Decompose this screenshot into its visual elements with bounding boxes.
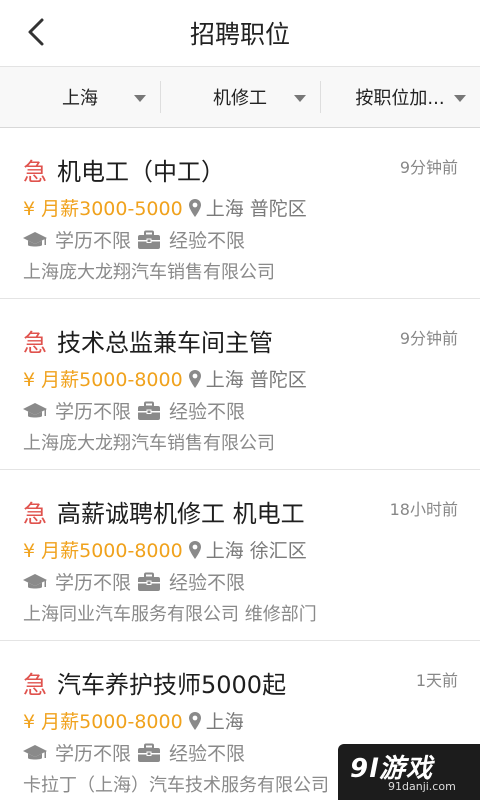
job-requirements-row: 学历不限 经验不限 (23, 397, 245, 424)
filter-city[interactable]: 上海 (0, 67, 160, 127)
job-title-row: 急 技术总监兼车间主管 9分钟前 (23, 323, 458, 357)
filter-position-label: 机修工 (213, 88, 267, 109)
job-experience: 经验不限 (169, 743, 246, 765)
job-title-row: 急 高薪诚聘机修工 机电工 18小时前 (23, 494, 458, 528)
filter-sort-label: 按职位加... (355, 88, 445, 109)
job-title-row: 急 机电工（中工） 9分钟前 (23, 152, 458, 186)
job-salary: ¥ 月薪5000-8000 (23, 540, 183, 562)
briefcase-icon (138, 743, 161, 762)
job-salary: ¥ 月薪3000-5000 (23, 198, 183, 220)
graduation-cap-icon (23, 744, 47, 759)
job-education: 学历不限 (55, 572, 132, 594)
site-watermark: 9l游戏 91danji.com (338, 744, 480, 800)
urgent-badge: 急 (23, 670, 47, 699)
job-title: 机电工（中工） (57, 157, 225, 186)
job-requirements-row: 学历不限 经验不限 (23, 226, 245, 253)
job-salary: ¥ 月薪5000-8000 (23, 369, 183, 391)
graduation-cap-icon (23, 231, 47, 246)
briefcase-icon (138, 572, 161, 591)
caret-down-icon (294, 95, 306, 102)
urgent-badge: 急 (23, 157, 47, 186)
job-experience: 经验不限 (169, 572, 246, 594)
urgent-badge: 急 (23, 499, 47, 528)
job-title: 汽车养护技师5000起 (57, 670, 287, 699)
job-salary-row: ¥ 月薪3000-5000 上海 普陀区 (23, 194, 307, 221)
briefcase-icon (138, 230, 161, 249)
graduation-cap-icon (23, 573, 47, 588)
filter-city-label: 上海 (62, 88, 98, 109)
job-salary-row: ¥ 月薪5000-8000 上海 普陀区 (23, 365, 307, 392)
map-pin-icon (188, 369, 201, 388)
job-location: 上海 徐汇区 (205, 540, 307, 562)
map-pin-icon (188, 198, 201, 217)
job-title-row: 急 汽车养护技师5000起 1天前 (23, 665, 458, 699)
job-location: 上海 (205, 711, 244, 733)
job-list-item[interactable]: 急 机电工（中工） 9分钟前 ¥ 月薪3000-5000 上海 普陀区 学历不限 (0, 128, 480, 299)
job-salary: ¥ 月薪5000-8000 (23, 711, 183, 733)
filter-bar: 上海 机修工 按职位加... (0, 66, 480, 128)
job-company: 卡拉丁（上海）汽车技术服务有限公司 (23, 775, 329, 796)
graduation-cap-icon (23, 402, 47, 417)
filter-position[interactable]: 机修工 (160, 67, 320, 127)
job-company: 上海庞大龙翔汽车销售有限公司 (23, 433, 275, 454)
page-title: 招聘职位 (189, 20, 290, 49)
job-requirements-row: 学历不限 经验不限 (23, 568, 245, 595)
job-posted-time: 18小时前 (389, 500, 458, 519)
caret-down-icon (134, 95, 146, 102)
job-education: 学历不限 (55, 230, 132, 252)
filter-sort[interactable]: 按职位加... (320, 67, 480, 127)
job-posted-time: 9分钟前 (399, 329, 458, 348)
urgent-badge: 急 (23, 328, 47, 357)
job-experience: 经验不限 (169, 230, 246, 252)
watermark-url: 91danji.com (388, 780, 456, 793)
job-list-item[interactable]: 急 技术总监兼车间主管 9分钟前 ¥ 月薪5000-8000 上海 普陀区 学历… (0, 299, 480, 470)
map-pin-icon (188, 711, 201, 730)
job-education: 学历不限 (55, 743, 132, 765)
job-requirements-row: 学历不限 经验不限 (23, 739, 245, 766)
job-title: 技术总监兼车间主管 (57, 328, 273, 357)
job-company: 上海庞大龙翔汽车销售有限公司 (23, 262, 275, 283)
job-salary-row: ¥ 月薪5000-8000 上海 (23, 707, 244, 734)
map-pin-icon (188, 540, 201, 559)
app-header: 招聘职位 (0, 0, 480, 66)
job-list-item[interactable]: 急 高薪诚聘机修工 机电工 18小时前 ¥ 月薪5000-8000 上海 徐汇区… (0, 470, 480, 641)
job-location: 上海 普陀区 (205, 369, 307, 391)
job-posted-time: 9分钟前 (399, 158, 458, 177)
job-education: 学历不限 (55, 401, 132, 423)
caret-down-icon (454, 95, 466, 102)
job-salary-row: ¥ 月薪5000-8000 上海 徐汇区 (23, 536, 307, 563)
briefcase-icon (138, 401, 161, 420)
job-title: 高薪诚聘机修工 机电工 (57, 499, 305, 528)
job-company: 上海同业汽车服务有限公司 维修部门 (23, 604, 317, 625)
job-experience: 经验不限 (169, 401, 246, 423)
job-location: 上海 普陀区 (205, 198, 307, 220)
job-list: 急 机电工（中工） 9分钟前 ¥ 月薪3000-5000 上海 普陀区 学历不限 (0, 128, 480, 800)
job-posted-time: 1天前 (415, 671, 458, 690)
